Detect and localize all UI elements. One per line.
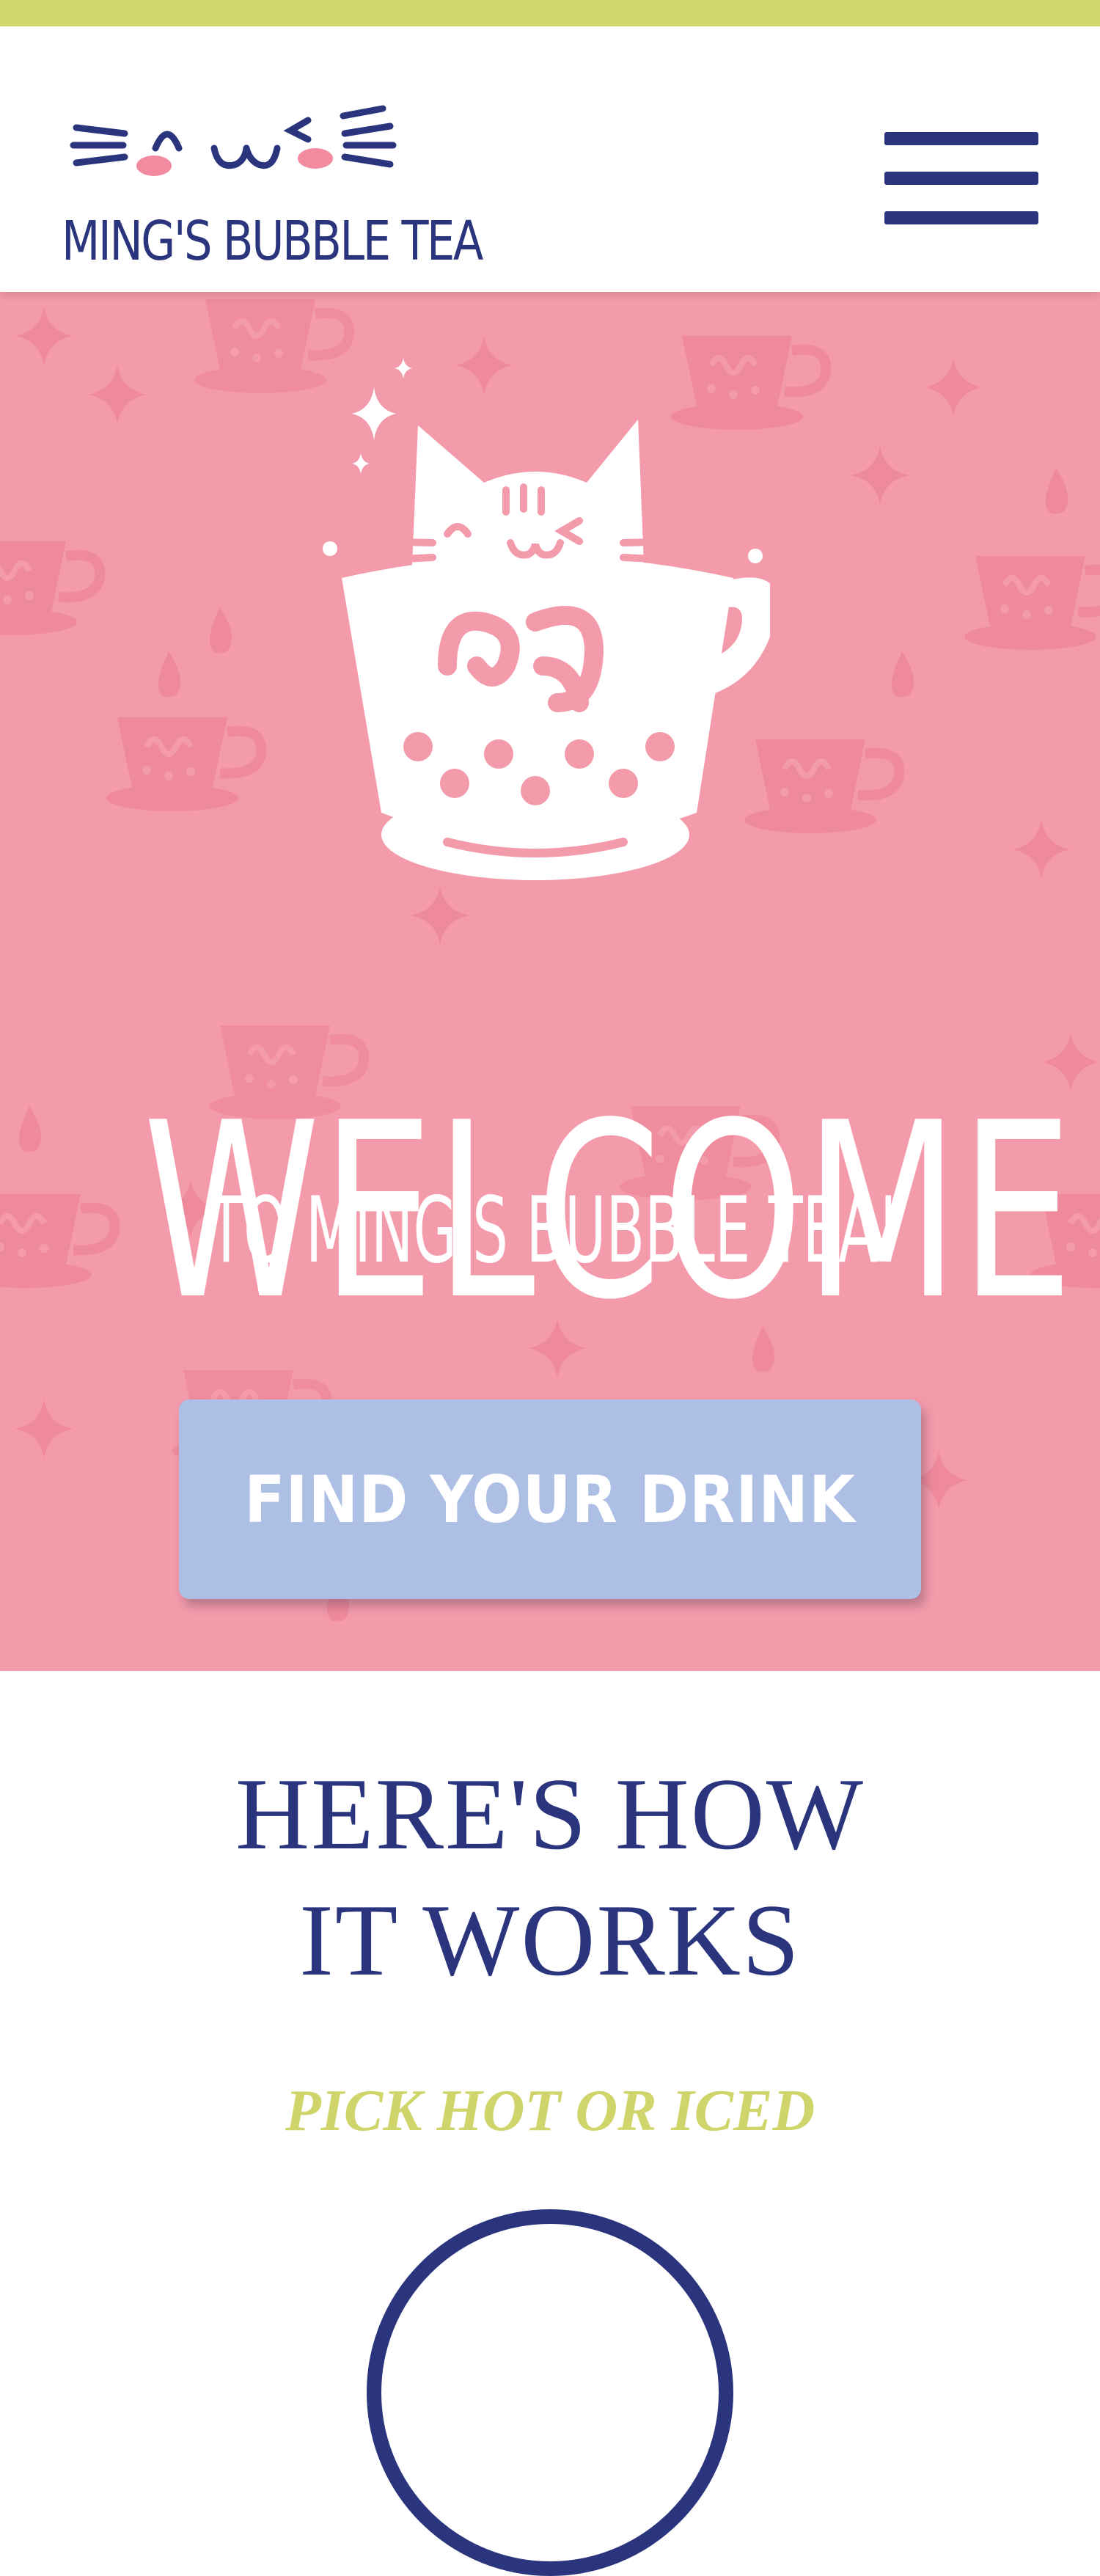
step-label: PICK HOT OR ICED	[285, 2079, 815, 2143]
site-logo[interactable]: MING'S BUBBLE TEA	[62, 75, 483, 288]
find-your-drink-label: FIND YOUR DRINK	[244, 1461, 856, 1537]
how-it-works-title-line2: IT WORKS	[299, 1884, 801, 1997]
how-it-works-title-line1: HERE'S HOW	[235, 1757, 865, 1871]
top-accent-strip	[0, 0, 1100, 26]
find-your-drink-button[interactable]: FIND YOUR DRINK	[179, 1399, 921, 1599]
how-it-works-title: HERE'S HOW IT WORKS	[0, 1752, 1100, 2004]
step-icon-circle	[367, 2209, 733, 2576]
site-header: MING'S BUBBLE TEA	[0, 26, 1100, 292]
cat-in-teacup-icon	[323, 358, 770, 880]
logo-wordmark: MING'S BUBBLE TEA	[62, 210, 483, 273]
hamburger-menu-icon	[884, 132, 1038, 145]
hero-subtitle: TO MING'S BUBBLE TEA!	[209, 1178, 900, 1284]
hero-section: WELCOME TO MING'S BUBBLE TEA! FIND YOUR …	[0, 292, 1100, 1671]
hamburger-menu-button[interactable]	[884, 129, 1041, 229]
cat-face-icon	[70, 105, 397, 176]
